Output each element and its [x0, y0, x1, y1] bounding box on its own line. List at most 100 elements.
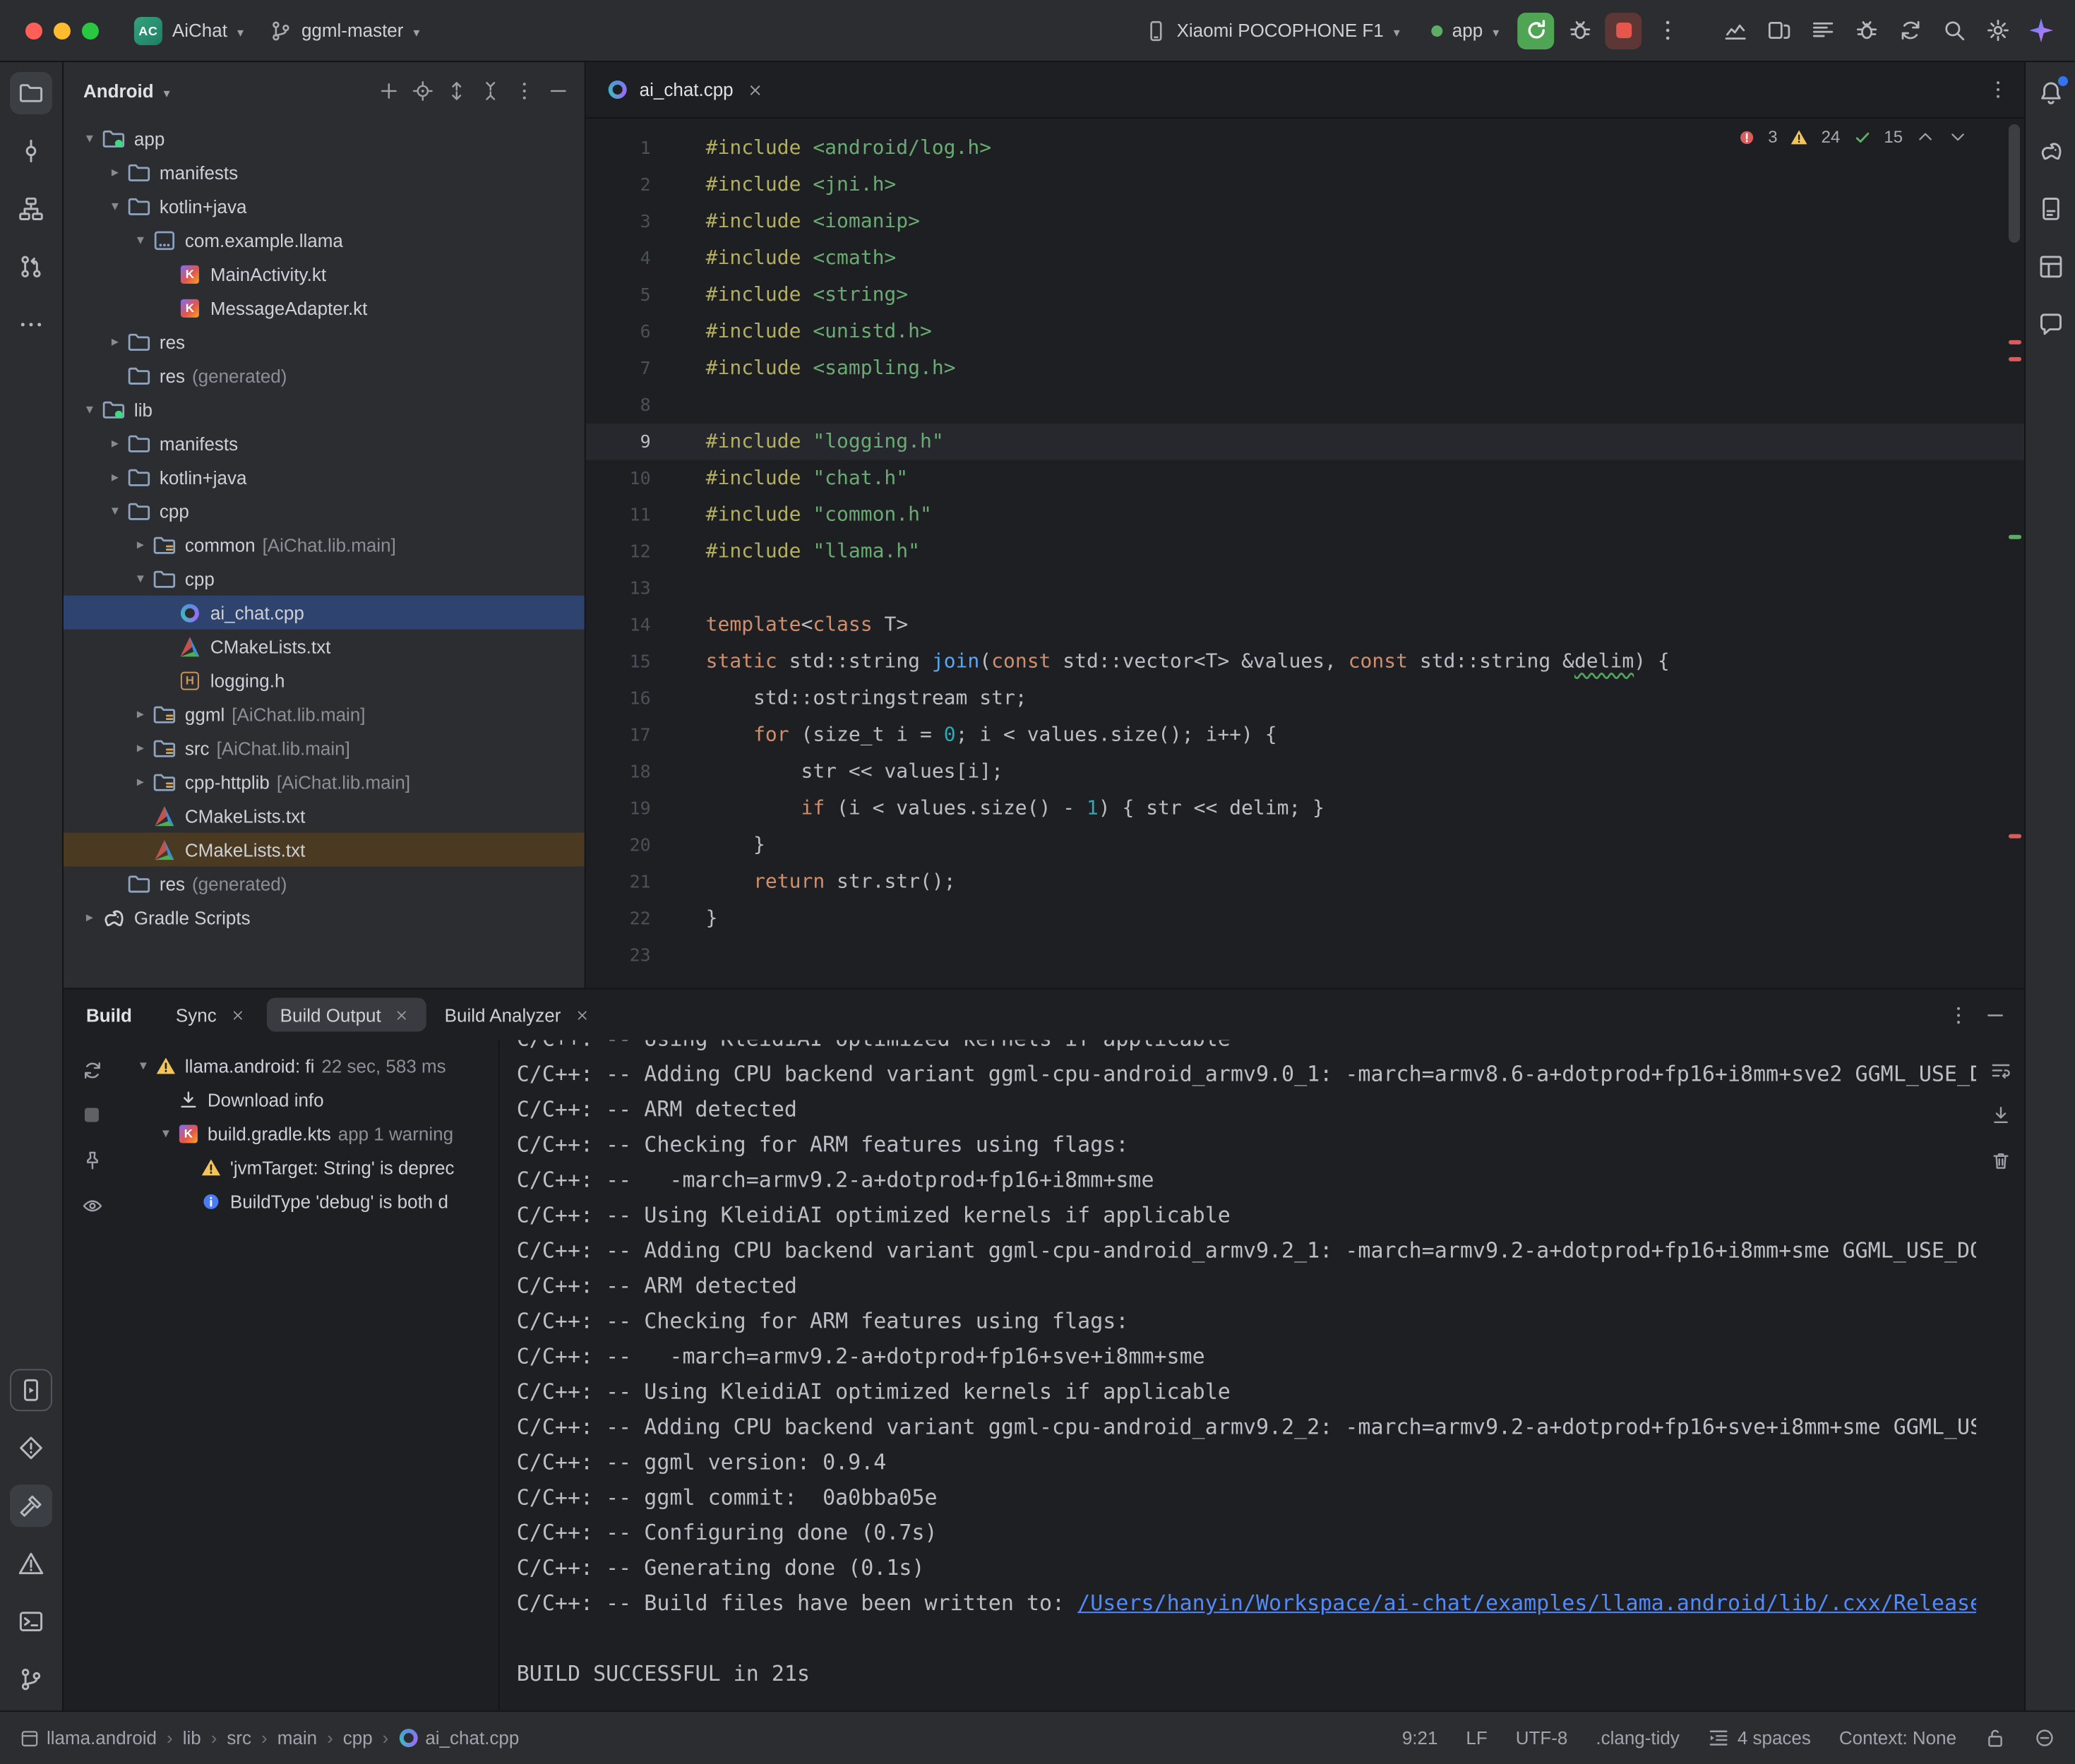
collapse-all-icon[interactable]: [474, 75, 506, 106]
build-tab-build-output[interactable]: Build Output: [268, 998, 426, 1032]
preview-icon[interactable]: [76, 1189, 107, 1220]
tree-item-lib[interactable]: ▾ lib: [64, 392, 585, 426]
build-tree-item-build-gradle-kts[interactable]: ▾K build.gradle.kts app 1 warning: [120, 1116, 498, 1150]
assistant-icon[interactable]: [2029, 304, 2071, 346]
app-inspection-icon[interactable]: [1846, 11, 1886, 50]
clear-all-icon[interactable]: [1985, 1144, 2016, 1175]
build-tree-item-llama-android-fi[interactable]: ▾ llama.android: fi 22 sec, 583 ms: [120, 1048, 498, 1082]
tree-item-kotlin-java[interactable]: ▸ kotlin+java: [64, 460, 585, 494]
build-tree-item-download-info[interactable]: Download info: [120, 1082, 498, 1116]
structure-icon[interactable]: [10, 188, 52, 230]
tree-item-cmakelists-txt[interactable]: CMakeLists.txt: [64, 799, 585, 833]
close-tab-icon[interactable]: [570, 1004, 593, 1026]
search-icon[interactable]: [1934, 11, 1973, 50]
code-line-16[interactable]: 16 std::ostringstream str;: [586, 680, 2024, 717]
tree-item-res[interactable]: ▸ res: [64, 325, 585, 359]
error-stripe[interactable]: [2004, 119, 2024, 988]
error-stripe-mark[interactable]: [2009, 340, 2021, 344]
tree-item-logging-h[interactable]: H logging.h: [64, 664, 585, 697]
error-stripe-mark[interactable]: [2009, 834, 2021, 839]
editor-scrollbar[interactable]: [2009, 124, 2020, 243]
tree-item-mainactivity-kt[interactable]: K MainActivity.kt: [64, 257, 585, 291]
sync-icon[interactable]: [76, 1054, 107, 1085]
device-selector[interactable]: Xiaomi POCOPHONE F1: [1132, 13, 1413, 47]
code-line-19[interactable]: 19 if (i < values.size() - 1) { str << d…: [586, 791, 2024, 827]
tree-item-cpp-httplib[interactable]: ▸ cpp-httplib [AiChat.lib.main]: [64, 765, 585, 799]
next-problem-button[interactable]: [1948, 127, 1968, 147]
debug-button[interactable]: [1560, 11, 1599, 50]
chevron-right-icon[interactable]: ▸: [78, 910, 102, 925]
code-line-23[interactable]: 23: [586, 937, 2024, 974]
editor-tab-ai-chat-cpp[interactable]: ai_chat.cpp: [586, 62, 780, 117]
editor-tab-options-button[interactable]: [1982, 74, 2013, 105]
vcs-branch-selector[interactable]: ggml-master: [256, 13, 432, 47]
tree-item-app[interactable]: ▾ app: [64, 121, 585, 155]
more-horizontal-icon[interactable]: [10, 304, 52, 346]
inspections-widget[interactable]: 3 24 15: [1737, 127, 1968, 147]
code-line-3[interactable]: 3 #include <iomanip>: [586, 203, 2024, 240]
breadcrumb-llama-android[interactable]: llama.android: [20, 1727, 157, 1748]
chevron-down-icon[interactable]: ▾: [128, 232, 153, 248]
write-access-toggle[interactable]: [1985, 1727, 2006, 1748]
build-tree-item-jvmtarget-string-is-deprec[interactable]: 'jvmTarget: String' is deprec: [120, 1150, 498, 1184]
profiler-icon[interactable]: [1715, 11, 1754, 50]
code-line-10[interactable]: 10 #include "chat.h": [586, 460, 2024, 497]
code-line-6[interactable]: 6 #include <unistd.h>: [586, 313, 2024, 350]
tree-item-manifests[interactable]: ▸ manifests: [64, 426, 585, 460]
line-separator[interactable]: LF: [1466, 1727, 1487, 1748]
terminal-icon[interactable]: [10, 1600, 52, 1643]
tree-item-src[interactable]: ▸ src [AiChat.lib.main]: [64, 731, 585, 765]
more-run-options-button[interactable]: [1647, 11, 1687, 50]
build-console[interactable]: C/C++: -- Using KleidiAI optimized kerne…: [498, 1040, 1976, 1710]
pin-icon[interactable]: [76, 1144, 107, 1175]
logcat-icon[interactable]: [1802, 11, 1842, 50]
kebab-icon[interactable]: [1942, 1000, 1973, 1031]
build-tab-sync[interactable]: Sync: [163, 998, 262, 1032]
breadcrumb-main[interactable]: main: [277, 1727, 317, 1748]
hide-panel-icon[interactable]: [542, 75, 573, 106]
notifications-icon[interactable]: [2029, 72, 2071, 114]
close-tab-icon[interactable]: [227, 1004, 249, 1026]
kebab-icon[interactable]: [508, 75, 539, 106]
soft-wrap-icon[interactable]: [1985, 1054, 2016, 1085]
pull-requests-icon[interactable]: [10, 246, 52, 288]
settings-icon[interactable]: [1978, 11, 2017, 50]
scroll-to-end-icon[interactable]: [1985, 1099, 2016, 1130]
chevron-right-icon[interactable]: ▸: [128, 774, 153, 790]
code-line-11[interactable]: 11 #include "common.h": [586, 497, 2024, 534]
breadcrumb-cpp[interactable]: cpp: [343, 1727, 373, 1748]
indent-style[interactable]: 4 spaces: [1708, 1727, 1811, 1748]
tree-item-cpp[interactable]: ▾ cpp: [64, 562, 585, 596]
build-icon[interactable]: [10, 1484, 52, 1527]
chevron-down-icon[interactable]: ▾: [103, 198, 127, 214]
breadcrumb-lib[interactable]: lib: [183, 1727, 201, 1748]
stop-square-icon[interactable]: [76, 1099, 107, 1130]
tree-item-messageadapter-kt[interactable]: K MessageAdapter.kt: [64, 291, 585, 325]
code-line-7[interactable]: 7 #include <sampling.h>: [586, 350, 2024, 387]
minimize-window-button[interactable]: [54, 22, 71, 39]
version-control-icon[interactable]: [10, 1658, 52, 1700]
locate-icon[interactable]: [407, 75, 438, 106]
add-icon[interactable]: [373, 75, 404, 106]
tree-item-res[interactable]: res (generated): [64, 867, 585, 901]
run-button[interactable]: [1517, 12, 1554, 49]
close-tab-icon[interactable]: [391, 1004, 414, 1026]
gradle-icon[interactable]: [2029, 130, 2071, 172]
tree-item-manifests[interactable]: ▸ manifests: [64, 155, 585, 189]
tree-item-gradle-scripts[interactable]: ▸ Gradle Scripts: [64, 901, 585, 935]
code-line-8[interactable]: 8: [586, 387, 2024, 424]
breadcrumb-ai-chat-cpp[interactable]: ai_chat.cpp: [398, 1727, 519, 1748]
code-line-18[interactable]: 18 str << values[i];: [586, 754, 2024, 791]
change-stripe-mark[interactable]: [2009, 535, 2021, 539]
hide-panel-icon[interactable]: [1979, 1000, 2010, 1031]
chevron-right-icon[interactable]: ▸: [103, 164, 127, 180]
error-stripe-mark[interactable]: [2009, 357, 2021, 361]
chevron-down-icon[interactable]: ▾: [131, 1057, 155, 1073]
code-line-14[interactable]: 14 template<class T>: [586, 607, 2024, 644]
code-line-4[interactable]: 4 #include <cmath>: [586, 240, 2024, 277]
layout-inspector-icon[interactable]: [2029, 246, 2071, 288]
chevron-right-icon[interactable]: ▸: [128, 740, 153, 756]
code-line-12[interactable]: 12 #include "llama.h": [586, 534, 2024, 570]
file-encoding[interactable]: UTF-8: [1516, 1727, 1568, 1748]
chevron-right-icon[interactable]: ▸: [128, 537, 153, 553]
